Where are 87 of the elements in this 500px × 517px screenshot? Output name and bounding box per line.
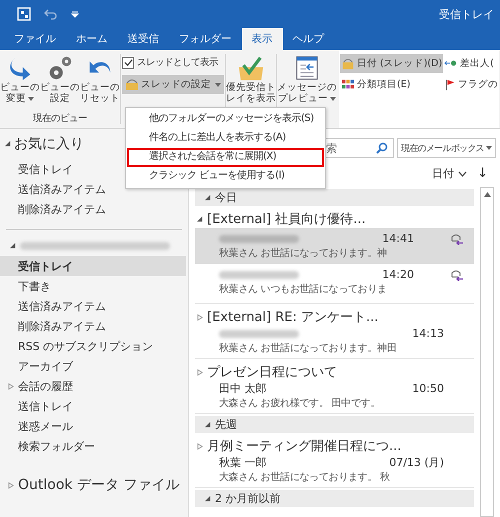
app-icon[interactable]: [16, 6, 32, 22]
collapsed-arrow-icon[interactable]: [197, 314, 203, 320]
message-time: 10:50: [412, 382, 444, 395]
thread-subject[interactable]: 月例ミーティング開催日程につ...: [207, 437, 402, 455]
message-preview: 秋葉さん いつもお世話になっておりま: [219, 282, 388, 296]
conversation-icon: [341, 58, 355, 70]
collapsed-arrow-icon[interactable]: [8, 382, 14, 390]
caret-icon: [330, 96, 336, 101]
thread-checkbox[interactable]: スレッドとして表示: [122, 56, 224, 69]
collapsed-arrow-icon[interactable]: [8, 482, 14, 488]
message-time: 14:13: [412, 327, 444, 340]
undo-icon[interactable]: [44, 7, 58, 21]
collapsed-arrow-icon[interactable]: [197, 442, 203, 450]
window-title: 受信トレイ: [439, 6, 494, 22]
thread-settings-button[interactable]: スレッドの設定: [122, 75, 224, 94]
ribbon-tab[interactable]: フォルダー: [169, 28, 242, 50]
folder-item[interactable]: 会話の履歴: [18, 378, 73, 394]
scope-dropdown[interactable]: 現在のメールボックス: [396, 138, 496, 158]
folder-item[interactable]: 迷惑メール: [18, 418, 73, 434]
ribbon-tab[interactable]: ヘルプ: [282, 28, 334, 50]
message-time: 07/13 (月): [389, 455, 444, 470]
view-button[interactable]: ビューの 変更: [0, 50, 40, 105]
message-sender: 秋葉 一郎: [219, 455, 266, 470]
data-file-header[interactable]: Outlook データ ファイル: [18, 476, 180, 494]
arrangement-option[interactable]: 差出人(: [443, 54, 500, 73]
menu-item[interactable]: クラシック ビューを使用する(I): [127, 167, 324, 186]
arrangement-option[interactable]: 分類項目(E): [340, 75, 444, 94]
chevron-down-icon: [458, 170, 468, 176]
expanded-arrow-icon[interactable]: [205, 422, 211, 428]
message-time: 14:41: [382, 232, 414, 245]
view-button[interactable]: ビューの リセット: [80, 50, 120, 105]
thread-subject[interactable]: [External] RE: アンケート...: [207, 308, 378, 326]
expanded-arrow-icon[interactable]: [5, 141, 11, 147]
collapsed-arrow-icon[interactable]: [197, 368, 203, 376]
sort-order-button[interactable]: ↓: [477, 166, 488, 181]
inbox-check-icon: [236, 54, 266, 82]
scroll-up-icon[interactable]: [484, 192, 490, 197]
folder-item[interactable]: アーカイブ: [18, 358, 73, 374]
favorites-header[interactable]: お気に入り: [14, 135, 84, 153]
folder-item[interactable]: 削除済みアイテム: [0, 199, 188, 219]
ribbon-tab[interactable]: 送受信: [118, 28, 169, 50]
folder-item[interactable]: 下書き: [18, 278, 51, 294]
ribbon-tab[interactable]: ファイル: [4, 28, 66, 50]
expanded-arrow-icon[interactable]: [197, 216, 203, 222]
menu-item[interactable]: 選択された会話を常に展開(X): [127, 148, 324, 167]
scrollbar[interactable]: [480, 187, 494, 517]
reply-icon: [450, 268, 464, 280]
message-preview: 大森さん お疲れ様です。 田中です。: [218, 396, 381, 410]
expanded-arrow-icon[interactable]: [205, 194, 211, 200]
caret-icon: [215, 82, 221, 86]
folder-item[interactable]: 検索フォルダー: [18, 438, 95, 454]
group-label: 現在のビュー: [33, 112, 87, 126]
expanded-arrow-icon[interactable]: [10, 243, 16, 249]
focused-inbox-button[interactable]: 優先受信ト レイを表示: [226, 50, 276, 105]
folder-item[interactable]: RSS のサブスクリプション: [18, 338, 154, 354]
message-sender: 田中 太郎: [219, 381, 266, 396]
folder-item[interactable]: 送信トレイ: [18, 398, 73, 414]
caret-icon: [486, 146, 492, 150]
menu-item[interactable]: 他のフォルダーのメッセージを表示(S): [127, 110, 324, 129]
message-preview: 大森さん お世話になっております。 秋: [218, 470, 391, 484]
conversation-icon: [125, 78, 139, 90]
color-grid-icon: [341, 78, 355, 90]
view-button[interactable]: ビューの 設定: [40, 50, 80, 105]
folder-item[interactable]: 送信済みアイテム: [18, 298, 106, 314]
ribbon-tab[interactable]: 表示: [242, 28, 282, 50]
message-item[interactable]: 14:41 秋葉さん お世話になっております。神: [195, 228, 474, 264]
sort-button[interactable]: 日付: [432, 166, 468, 181]
checkbox[interactable]: [122, 56, 134, 68]
flag-icon: [444, 78, 456, 90]
search-icon[interactable]: [376, 142, 388, 154]
thread-subject[interactable]: [External] 社員向け優待...: [207, 210, 366, 228]
menu-item[interactable]: 件名の上に差出人を表示する(A): [127, 129, 324, 148]
message-preview: 秋葉さん お世話になっております。神田: [218, 342, 398, 355]
message-item[interactable]: 14:20 秋葉さん いつもお世話になっておりま: [195, 264, 474, 300]
message-preview-button[interactable]: メッセージの プレビュー: [277, 50, 337, 105]
thread-subject[interactable]: プレゼン日程について: [207, 363, 337, 381]
expanded-arrow-icon[interactable]: [205, 496, 211, 502]
message-preview: 秋葉さん お世話になっております。神: [219, 246, 388, 260]
message-time: 14:20: [382, 268, 414, 281]
group-header[interactable]: 先週: [215, 417, 237, 432]
group-header[interactable]: 今日: [215, 190, 237, 205]
arrangement-option[interactable]: 日付 (スレッド)(D): [340, 54, 444, 73]
caret-icon[interactable]: [70, 9, 80, 19]
reply-icon: [450, 232, 464, 244]
arrangement-option[interactable]: フラグの: [443, 75, 500, 94]
folder-item[interactable]: 削除済みアイテム: [18, 318, 106, 334]
ribbon-tab[interactable]: ホーム: [66, 28, 118, 50]
